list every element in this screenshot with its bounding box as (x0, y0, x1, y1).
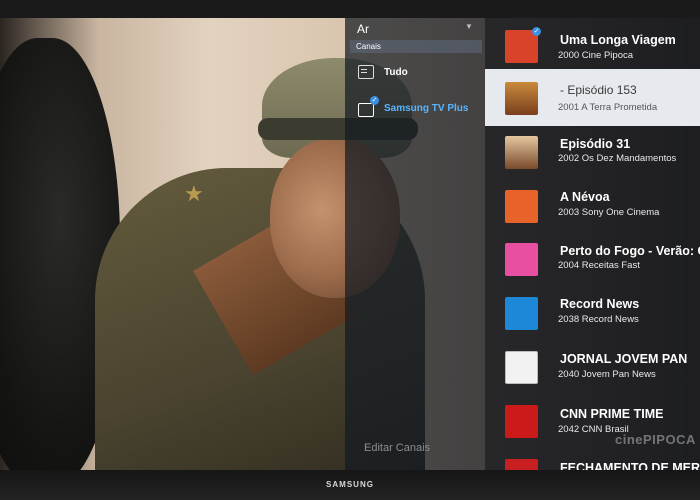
channel-row[interactable]: CNN PRIME TIME 2042 CNN Brasil (485, 396, 700, 446)
star-insignia-icon: ★ (184, 181, 204, 206)
channel-name: Jovem Pan News (581, 369, 656, 380)
list-icon (358, 65, 374, 79)
channel-row[interactable]: Perto do Fogo - Verão: Gu 2004 Receitas … (485, 233, 700, 283)
channel-info: 2042 CNN Brasil (558, 424, 629, 435)
tv-bezel-top (0, 0, 700, 18)
news-logo (505, 459, 538, 470)
channel-number: 2042 (558, 424, 580, 435)
channel-number: 2000 (558, 50, 580, 61)
channel-row[interactable]: A Névoa 2003 Sony One Cinema (485, 180, 700, 230)
channel-row[interactable]: Episódio 31 2002 Os Dez Mandamentos (485, 126, 700, 176)
channel-number: 2038 (558, 314, 580, 325)
channel-name: CNN Brasil (581, 424, 629, 435)
dez-mandamentos-logo (505, 136, 538, 169)
program-title: Uma Longa Viagem (560, 33, 676, 47)
source-selector[interactable]: Ar (357, 22, 369, 36)
category-all[interactable]: Tudo (358, 62, 408, 82)
channel-name: Os Dez Mandamentos (581, 153, 677, 164)
sony-one-logo (505, 190, 538, 223)
channel-info: 2004 Receitas Fast (558, 260, 640, 271)
category-label: Samsung TV Plus (384, 102, 469, 114)
program-title: A Névoa (560, 190, 610, 204)
channel-row-partial[interactable]: FECHAMENTO DE MERCA (485, 450, 700, 470)
channel-number: 2004 (558, 260, 580, 271)
category-label: Tudo (384, 66, 408, 78)
channel-info: 2038 Record News (558, 314, 639, 325)
channel-number: 2040 (558, 369, 580, 380)
channel-name: Cine Pipoca (581, 50, 634, 61)
category-samsung-tv-plus[interactable]: ✓ Samsung TV Plus (358, 95, 469, 118)
channel-number: 2001 (558, 102, 580, 113)
program-title: FECHAMENTO DE MERCA (560, 461, 700, 470)
record-news-logo (505, 297, 538, 330)
channel-info: 2040 Jovem Pan News (558, 369, 656, 380)
receitas-fast-logo (505, 243, 538, 276)
channel-row[interactable]: Record News 2038 Record News (485, 287, 700, 337)
program-title: CNN PRIME TIME (560, 407, 664, 421)
channel-number: 2002 (558, 153, 580, 164)
channel-info: 2000 Cine Pipoca (558, 50, 633, 61)
group-header: Canais (350, 40, 482, 53)
program-title: - Episódio 153 (560, 83, 637, 97)
program-title: Perto do Fogo - Verão: Gu (560, 244, 700, 258)
channel-number: 2003 (558, 207, 580, 218)
channel-name: Receitas Fast (581, 260, 640, 271)
chevron-down-icon[interactable]: ▼ (465, 22, 473, 31)
channel-info: 2002 Os Dez Mandamentos (558, 153, 676, 164)
channel-name: Record News (581, 314, 639, 325)
program-title: Episódio 31 (560, 137, 631, 151)
guide-category-panel (345, 18, 485, 470)
channel-row[interactable]: JORNAL JOVEM PAN 2040 Jovem Pan News (485, 341, 700, 391)
tv-brand-logo: SAMSUNG (326, 480, 374, 489)
channel-name: Sony One Cinema (581, 207, 660, 218)
jovem-pan-logo (505, 351, 538, 384)
program-title: Record News (560, 297, 640, 311)
terra-prometida-logo (505, 82, 538, 115)
program-title: JORNAL JOVEM PAN (560, 352, 688, 366)
edit-channels-button[interactable]: Editar Canais (364, 442, 430, 454)
channel-info: 2003 Sony One Cinema (558, 207, 659, 218)
check-icon: ✓ (532, 27, 541, 36)
cnn-brasil-logo (505, 405, 538, 438)
check-icon: ✓ (370, 95, 379, 105)
tv-icon: ✓ (358, 95, 379, 117)
channel-row-selected[interactable]: - Episódio 153 2001 A Terra Prometida (485, 69, 700, 126)
channel-name: A Terra Prometida (581, 102, 658, 113)
channel-row[interactable]: ✓ Uma Longa Viagem 2000 Cine Pipoca (485, 20, 700, 70)
channel-info: 2001 A Terra Prometida (558, 102, 657, 113)
